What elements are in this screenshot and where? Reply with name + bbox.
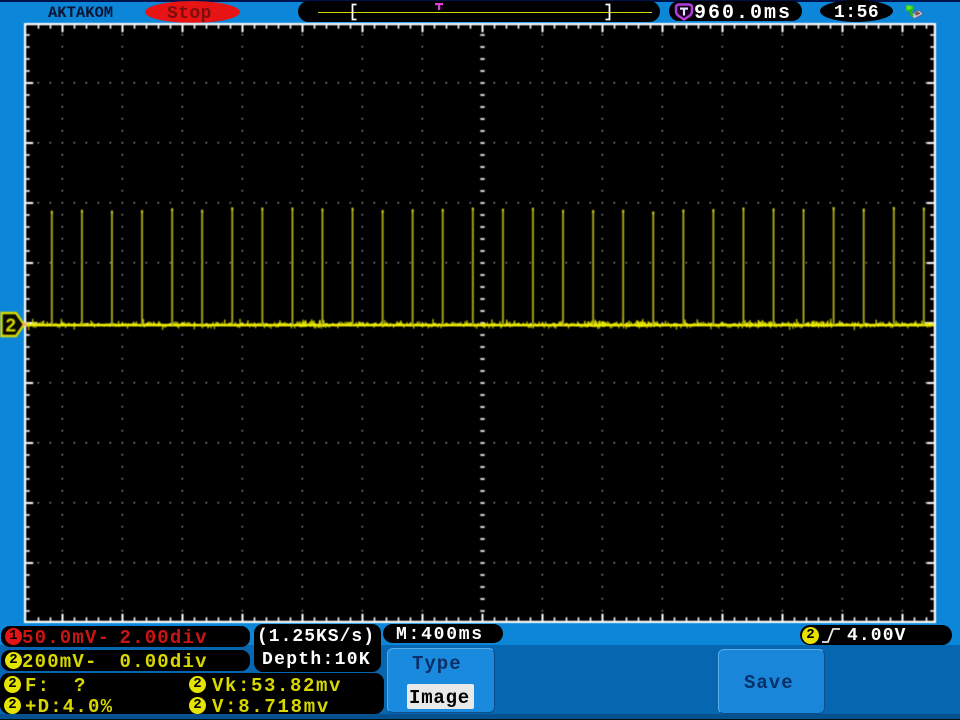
svg-text:2: 2	[5, 316, 16, 338]
